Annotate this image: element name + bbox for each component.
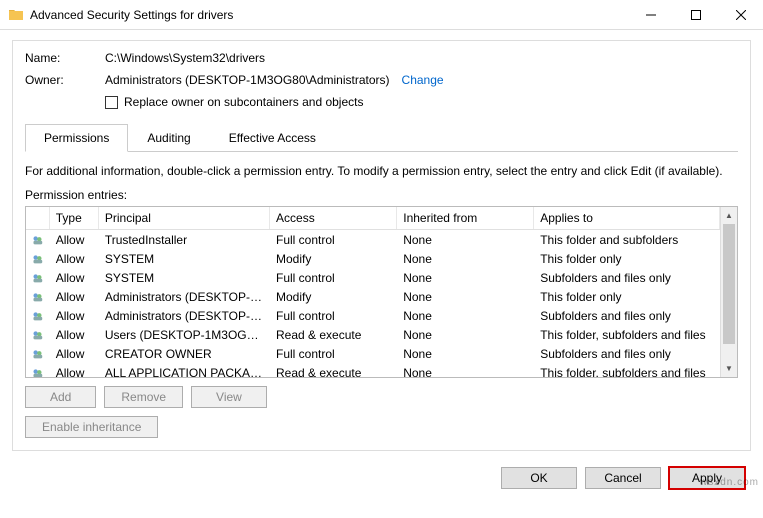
principal-icon [26, 231, 50, 249]
window-title: Advanced Security Settings for drivers [30, 8, 628, 22]
cell-access: Read & execute [270, 365, 397, 378]
folder-icon [8, 7, 24, 23]
cell-access: Modify [270, 289, 397, 305]
cell-access: Full control [270, 308, 397, 324]
principal-icon [26, 250, 50, 268]
cell-inherited: None [397, 251, 534, 267]
view-button[interactable]: View [191, 386, 267, 408]
table-row[interactable]: AllowAdministrators (DESKTOP-1…ModifyNon… [26, 287, 720, 306]
table-row[interactable]: AllowAdministrators (DESKTOP-1…Full cont… [26, 306, 720, 325]
cell-inherited: None [397, 346, 534, 362]
cell-principal: ALL APPLICATION PACKAGES [99, 365, 270, 378]
cell-principal: CREATOR OWNER [99, 346, 270, 362]
change-owner-link[interactable]: Change [402, 73, 444, 87]
cell-principal: SYSTEM [99, 251, 270, 267]
cell-inherited: None [397, 327, 534, 343]
scroll-up-button[interactable]: ▲ [721, 207, 737, 224]
cell-type: Allow [50, 289, 99, 305]
table-row[interactable]: AllowALL APPLICATION PACKAGESRead & exec… [26, 363, 720, 377]
cell-type: Allow [50, 327, 99, 343]
vertical-scrollbar[interactable]: ▲ ▼ [720, 207, 737, 377]
scroll-down-button[interactable]: ▼ [721, 360, 737, 377]
col-inherited[interactable]: Inherited from [397, 207, 534, 229]
owner-label: Owner: [25, 73, 105, 87]
info-text: For additional information, double-click… [25, 164, 738, 178]
principal-icon [26, 288, 50, 306]
permission-entries-grid[interactable]: Type Principal Access Inherited from App… [26, 207, 720, 377]
tabstrip: Permissions Auditing Effective Access [25, 123, 738, 152]
principal-icon [26, 326, 50, 344]
principal-icon [26, 269, 50, 287]
table-row[interactable]: AllowSYSTEMModifyNoneThis folder only [26, 249, 720, 268]
ok-button[interactable]: OK [501, 467, 577, 489]
name-value: C:\Windows\System32\drivers [105, 51, 738, 65]
col-principal[interactable]: Principal [99, 207, 270, 229]
remove-button[interactable]: Remove [104, 386, 183, 408]
cell-type: Allow [50, 251, 99, 267]
cell-applies: This folder only [534, 251, 720, 267]
window-minimize-button[interactable] [628, 0, 673, 30]
cell-type: Allow [50, 308, 99, 324]
cell-access: Read & execute [270, 327, 397, 343]
principal-icon [26, 364, 50, 378]
main-panel: Name: C:\Windows\System32\drivers Owner:… [12, 40, 751, 451]
scroll-thumb[interactable] [723, 224, 735, 344]
col-applies[interactable]: Applies to [534, 207, 720, 229]
cell-applies: This folder, subfolders and files [534, 327, 720, 343]
cell-access: Modify [270, 251, 397, 267]
cell-principal: TrustedInstaller [99, 232, 270, 248]
window-close-button[interactable] [718, 0, 763, 30]
tab-effective-access[interactable]: Effective Access [210, 124, 335, 152]
cancel-button[interactable]: Cancel [585, 467, 661, 489]
window-titlebar: Advanced Security Settings for drivers [0, 0, 763, 30]
enable-inheritance-button[interactable]: Enable inheritance [25, 416, 158, 438]
principal-icon [26, 345, 50, 363]
table-row[interactable]: AllowCREATOR OWNERFull controlNoneSubfol… [26, 344, 720, 363]
cell-applies: This folder only [534, 289, 720, 305]
table-row[interactable]: AllowUsers (DESKTOP-1M3OG80\U…Read & exe… [26, 325, 720, 344]
apply-button[interactable]: Apply [669, 467, 745, 489]
cell-type: Allow [50, 270, 99, 286]
cell-inherited: None [397, 365, 534, 378]
cell-applies: This folder, subfolders and files [534, 365, 720, 378]
owner-value: Administrators (DESKTOP-1M3OG80\Administ… [105, 73, 390, 87]
dialog-footer: OK Cancel Apply [0, 459, 763, 501]
cell-principal: Users (DESKTOP-1M3OG80\U… [99, 327, 270, 343]
cell-inherited: None [397, 232, 534, 248]
table-row[interactable]: AllowTrustedInstallerFull controlNoneThi… [26, 230, 720, 249]
cell-inherited: None [397, 289, 534, 305]
replace-owner-label: Replace owner on subcontainers and objec… [124, 95, 363, 109]
window-maximize-button[interactable] [673, 0, 718, 30]
tab-auditing[interactable]: Auditing [128, 124, 209, 152]
col-type[interactable]: Type [50, 207, 99, 229]
cell-applies: Subfolders and files only [534, 270, 720, 286]
cell-type: Allow [50, 346, 99, 362]
name-label: Name: [25, 51, 105, 65]
replace-owner-checkbox[interactable] [105, 96, 118, 109]
cell-applies: Subfolders and files only [534, 346, 720, 362]
cell-access: Full control [270, 232, 397, 248]
cell-inherited: None [397, 270, 534, 286]
cell-type: Allow [50, 232, 99, 248]
cell-principal: Administrators (DESKTOP-1… [99, 289, 270, 305]
cell-access: Full control [270, 270, 397, 286]
cell-principal: Administrators (DESKTOP-1… [99, 308, 270, 324]
cell-applies: Subfolders and files only [534, 308, 720, 324]
table-row[interactable]: AllowSYSTEMFull controlNoneSubfolders an… [26, 268, 720, 287]
col-access[interactable]: Access [270, 207, 397, 229]
entries-label: Permission entries: [25, 188, 738, 202]
cell-applies: This folder and subfolders [534, 232, 720, 248]
cell-type: Allow [50, 365, 99, 378]
cell-access: Full control [270, 346, 397, 362]
cell-principal: SYSTEM [99, 270, 270, 286]
tab-permissions[interactable]: Permissions [25, 124, 128, 152]
add-button[interactable]: Add [25, 386, 96, 408]
grid-header: Type Principal Access Inherited from App… [26, 207, 720, 230]
principal-icon [26, 307, 50, 325]
cell-inherited: None [397, 308, 534, 324]
